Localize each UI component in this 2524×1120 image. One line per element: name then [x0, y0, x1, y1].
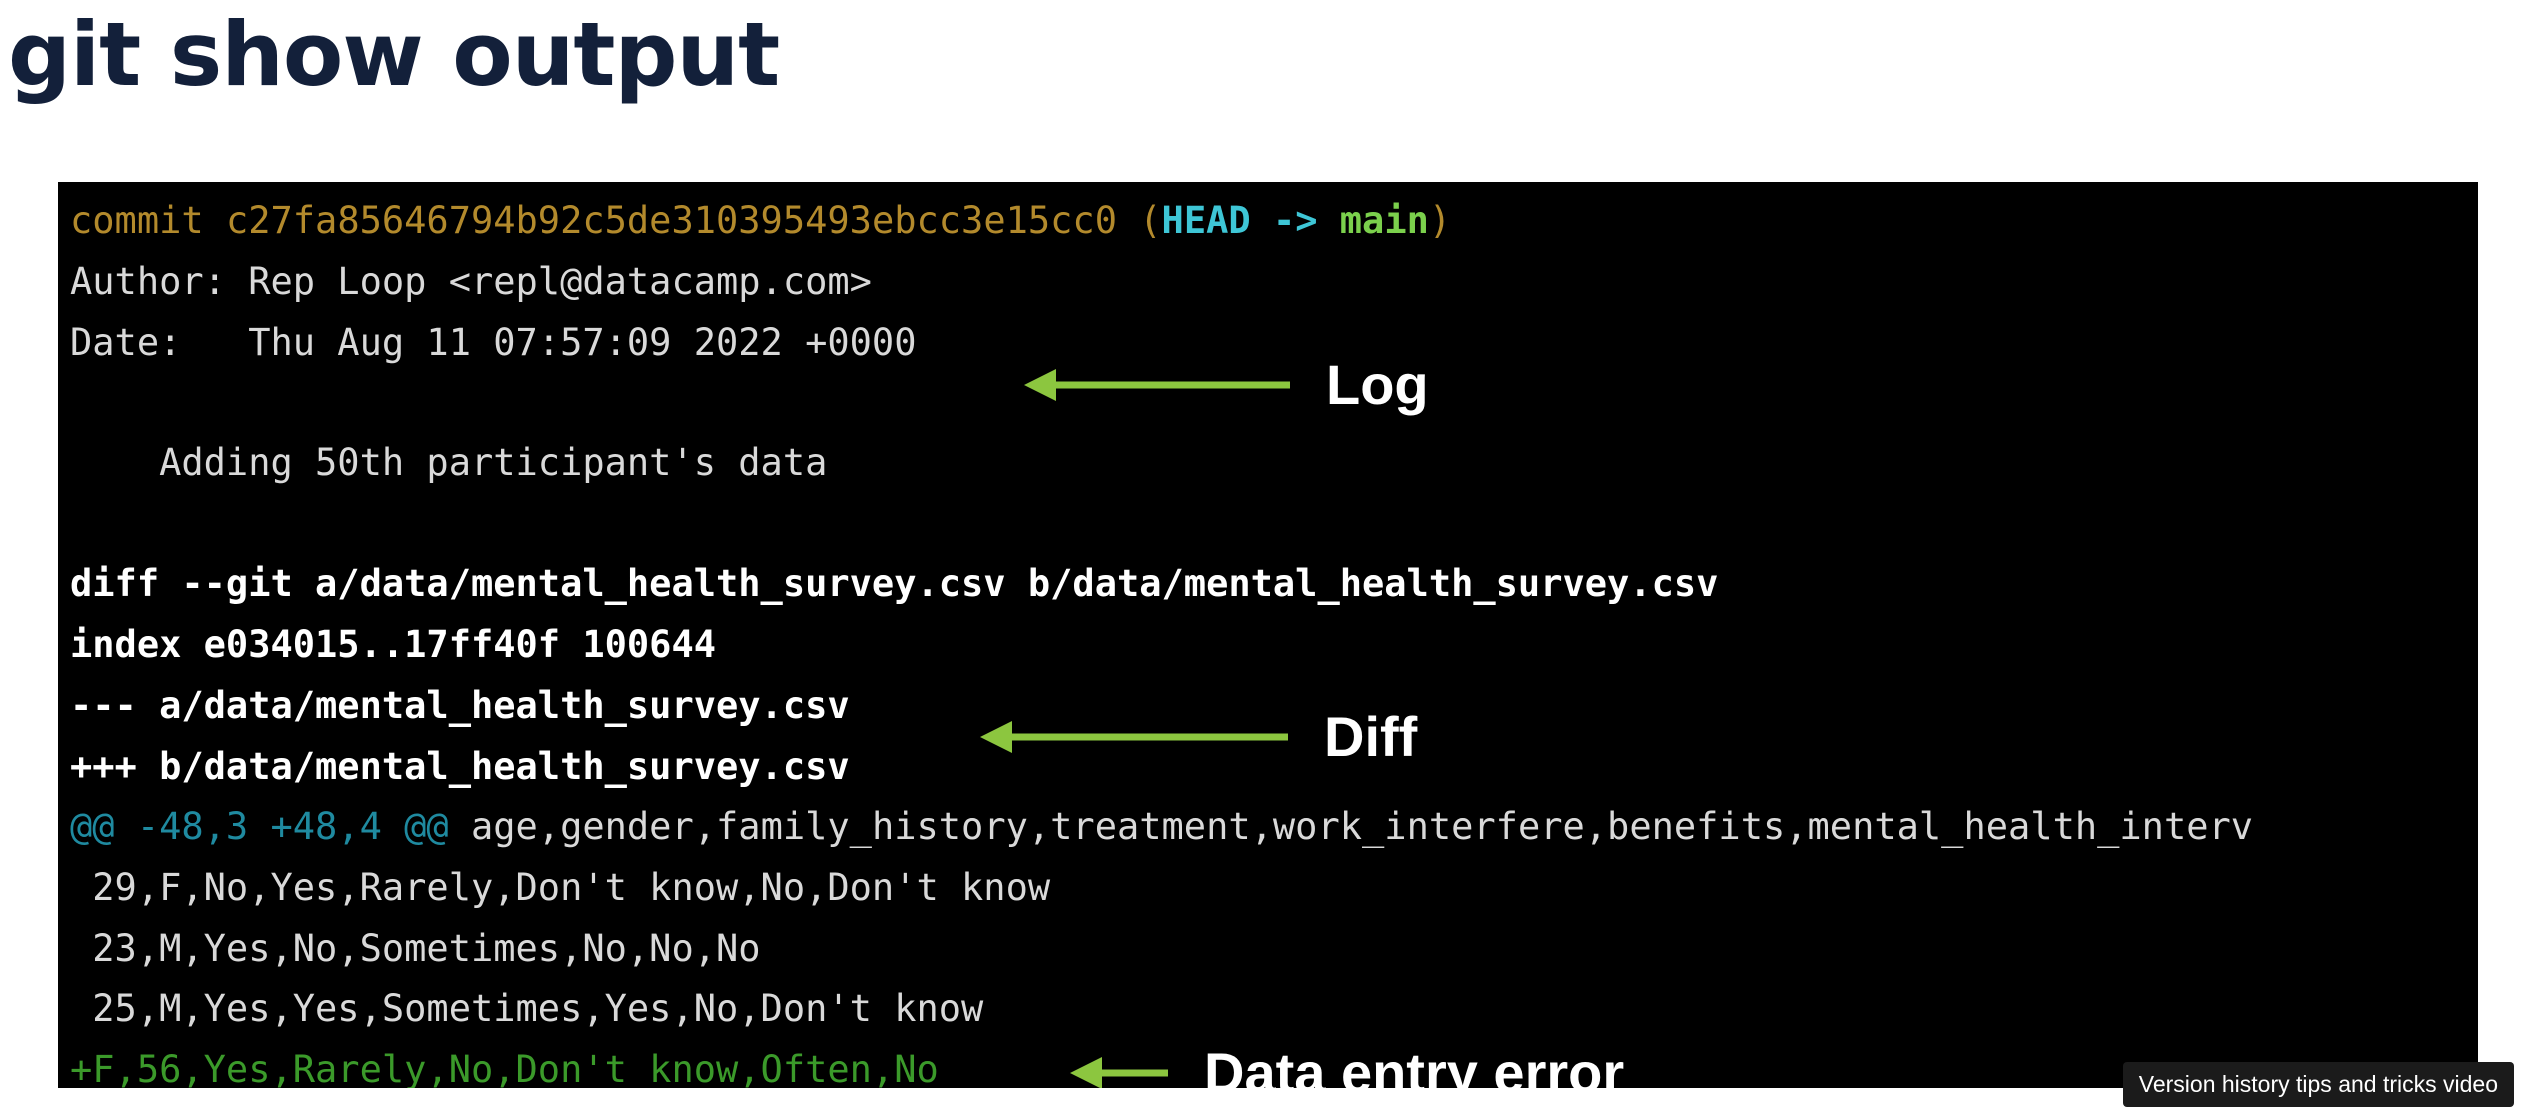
left-arrow-icon	[1070, 1056, 1168, 1088]
commit-hash: c27fa85646794b92c5de310395493ebcc3e15cc0	[225, 199, 1117, 242]
left-arrow-icon	[1024, 368, 1290, 401]
commit-message: Adding 50th participant's data	[70, 441, 828, 484]
branch-name: main	[1339, 199, 1429, 242]
commit-line: commit c27fa85646794b92c5de310395493ebcc…	[70, 202, 1451, 239]
paren-open: (	[1139, 199, 1162, 242]
minus-file-line: --- a/data/mental_health_survey.csv	[70, 684, 850, 727]
paren-close: )	[1428, 199, 1452, 242]
hunk-context: age,gender,family_history,treatment,work…	[448, 805, 2254, 848]
plus-file-line: +++ b/data/mental_health_survey.csv	[70, 745, 850, 788]
hunk-line: @@ -48,3 +48,4 @@ age,gender,family_hist…	[70, 808, 2253, 845]
index-line: index e034015..17ff40f 100644	[70, 623, 717, 666]
head-ref: HEAD	[1161, 199, 1251, 242]
log-annotation: Log	[1024, 352, 1429, 417]
author-line: Author: Rep Loop <repl@datacamp.com>	[70, 260, 872, 303]
hunk-marker: @@ -48,3 +48,4 @@	[70, 805, 449, 848]
context-line: 29,F,No,Yes,Rarely,Don't know,No,Don't k…	[70, 866, 1051, 909]
error-label: Data entry error	[1204, 1041, 1625, 1088]
diff-annotation: Diff	[980, 704, 1417, 769]
diff-header: diff --git a/data/mental_health_survey.c…	[70, 562, 1719, 605]
date-line: Date: Thu Aug 11 07:57:09 2022 +0000	[70, 321, 917, 364]
log-label: Log	[1326, 353, 1429, 416]
ref-arrow: ->	[1272, 199, 1318, 242]
context-line: 23,M,Yes,No,Sometimes,No,No,No	[70, 927, 761, 970]
commit-keyword: commit	[70, 199, 204, 242]
diff-label: Diff	[1324, 705, 1418, 768]
error-annotation: Data entry error	[1070, 1040, 1624, 1088]
slide-title: git show output	[8, 3, 780, 106]
left-arrow-icon	[980, 720, 1288, 753]
video-tooltip[interactable]: Version history tips and tricks video	[2122, 1062, 2514, 1107]
added-line: +F,56,Yes,Rarely,No,Don't know,Often,No	[70, 1048, 939, 1088]
context-line: 25,M,Yes,Yes,Sometimes,Yes,No,Don't know	[70, 987, 984, 1030]
terminal-output: commit c27fa85646794b92c5de310395493ebcc…	[58, 182, 2478, 1088]
